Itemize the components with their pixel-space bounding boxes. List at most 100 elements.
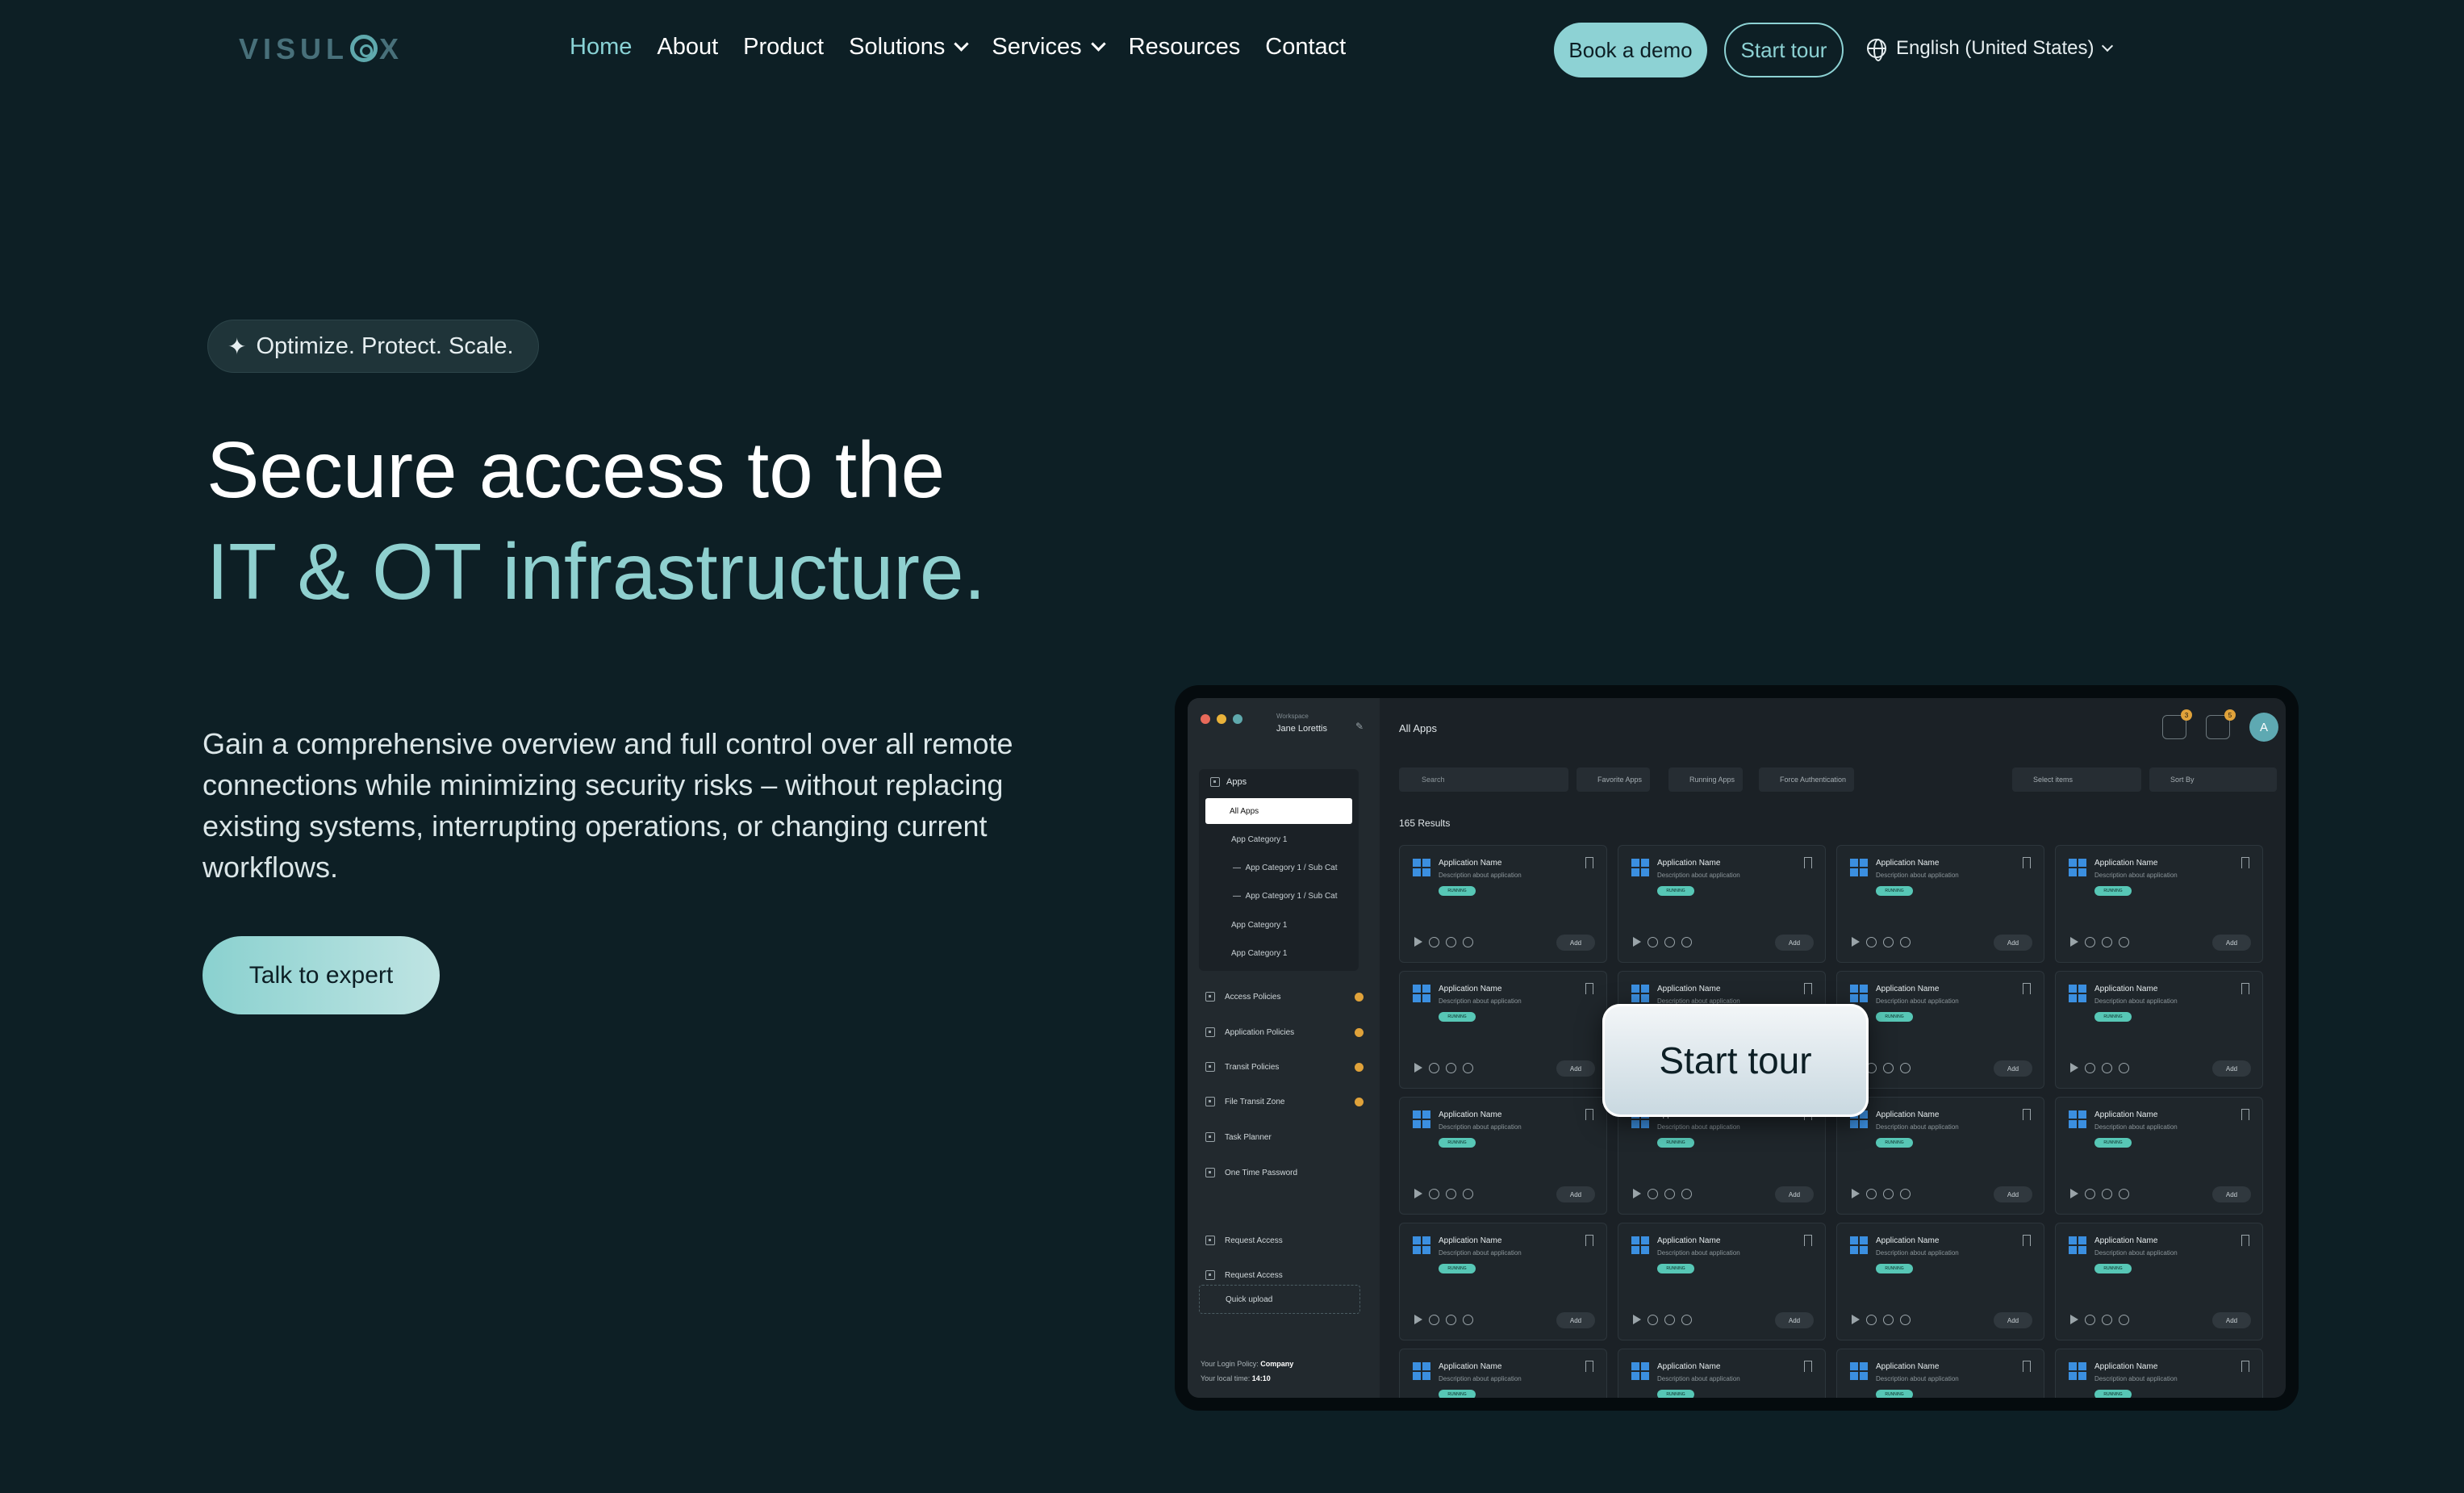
- windows-icon: [1413, 859, 1430, 876]
- app-description: Description about application: [1876, 1249, 1959, 1257]
- circle-icon: [1866, 1315, 1877, 1325]
- bookmark-icon: [2023, 1235, 2031, 1246]
- app-name: Application Name: [1439, 1110, 1502, 1119]
- circle-icon: [2085, 937, 2095, 947]
- grid-icon: [1205, 1168, 1215, 1177]
- info-icon: [2119, 1063, 2129, 1073]
- play-icon: [2070, 1315, 2078, 1324]
- windows-icon: [1631, 859, 1649, 876]
- sidebar-item-task-planner: Task Planner: [1205, 1132, 1364, 1142]
- status-badge: RUNNING: [1657, 1264, 1694, 1273]
- app-name: Application Name: [1439, 1362, 1502, 1371]
- add-button: Add: [1994, 935, 2032, 951]
- grid-icon: [1205, 1236, 1215, 1245]
- circle-icon: [1429, 937, 1439, 947]
- talk-to-expert-button[interactable]: Talk to expert: [203, 936, 440, 1014]
- status-badge: RUNNING: [1657, 886, 1694, 896]
- nav-services-label: Services: [992, 34, 1082, 60]
- logo[interactable]: VISUL X: [239, 32, 403, 66]
- nav-contact[interactable]: Contact: [1265, 34, 1346, 61]
- workspace-name: Jane Lorettis: [1276, 724, 1327, 734]
- start-tour-overlay-button[interactable]: Start tour: [1602, 1004, 1869, 1117]
- login-policy-info: Your Login Policy: Company Your local ti…: [1201, 1357, 1293, 1386]
- nav-home[interactable]: Home: [570, 34, 632, 61]
- card-actions: [1852, 937, 1911, 947]
- start-tour-button[interactable]: Start tour: [1724, 23, 1844, 77]
- top-nav: VISUL X Home About Product Solutions Serv…: [0, 0, 2464, 100]
- chevron-down-icon: [1090, 36, 1106, 52]
- info-icon: [1463, 1189, 1473, 1199]
- bookmark-icon: [2241, 1109, 2249, 1120]
- status-badge: RUNNING: [1657, 1390, 1694, 1398]
- app-card: Application Name Description about applic…: [1836, 1223, 2044, 1340]
- add-button: Add: [1775, 1186, 1814, 1202]
- nav-product[interactable]: Product: [743, 34, 824, 61]
- play-icon: [1633, 1315, 1641, 1324]
- info-icon: [1900, 1315, 1911, 1325]
- nav-solutions-label: Solutions: [849, 34, 946, 60]
- nav-services[interactable]: Services: [992, 34, 1106, 61]
- maximize-dot: [1233, 714, 1242, 724]
- app-description: Description about application: [2094, 1249, 2178, 1257]
- circle-icon: [2102, 1315, 2112, 1325]
- circle-icon: [1648, 937, 1658, 947]
- app-card: Application Name Description about applic…: [1399, 845, 1607, 963]
- card-actions: [1633, 1315, 1692, 1325]
- subcategory-item: — App Category 1 / Sub Cat: [1233, 892, 1338, 901]
- filter-favorite-apps: Favorite Apps: [1577, 767, 1651, 792]
- circle-icon: [1883, 1315, 1894, 1325]
- add-button: Add: [2212, 935, 2251, 951]
- globe-icon: [1867, 39, 1886, 61]
- play-icon: [1852, 1189, 1860, 1198]
- windows-icon: [1413, 985, 1430, 1002]
- windows-icon: [2069, 985, 2086, 1002]
- sidebar-item-label: Access Policies: [1225, 992, 1281, 1002]
- grid-icon: [1205, 1062, 1215, 1072]
- hero-title-line1: Secure access to the: [207, 425, 946, 514]
- workspace-label: Workspace: [1276, 713, 1309, 720]
- circle-icon: [1883, 1063, 1894, 1073]
- info-icon: [1463, 1063, 1473, 1073]
- book-demo-button[interactable]: Book a demo: [1554, 23, 1707, 77]
- sidebar-item-one-time-password: One Time Password: [1205, 1168, 1364, 1177]
- app-card: Application Name Description about applic…: [1618, 1223, 1826, 1340]
- grid-icon: [1205, 992, 1215, 1002]
- app-name: Application Name: [1657, 985, 1721, 993]
- app-card: Application Name Description about applic…: [1399, 1223, 1607, 1340]
- app-name: Application Name: [1876, 1236, 1940, 1245]
- circle-icon: [1664, 1315, 1675, 1325]
- add-button: Add: [2212, 1312, 2251, 1328]
- bookmark-icon: [2023, 1361, 2031, 1372]
- info-icon: [1900, 1189, 1911, 1199]
- add-button: Add: [1556, 935, 1595, 951]
- sidebar-item-label: Request Access: [1225, 1236, 1283, 1245]
- language-selector[interactable]: English (United States): [1867, 37, 2114, 61]
- category-item: App Category 1: [1231, 921, 1288, 930]
- chevron-down-icon: [954, 36, 970, 52]
- add-button: Add: [1994, 1060, 2032, 1077]
- grid-icon: [1205, 1270, 1215, 1280]
- info-icon: [1463, 1315, 1473, 1325]
- app-description: Description about application: [1439, 997, 1522, 1005]
- card-actions: [1633, 937, 1692, 947]
- bookmark-icon: [1585, 983, 1593, 994]
- info-icon: [1681, 937, 1692, 947]
- app-description: Description about application: [1657, 1375, 1740, 1382]
- circle-icon: [2102, 1063, 2112, 1073]
- play-icon: [2070, 937, 2078, 947]
- sidebar-item-access-policies: Access Policies: [1205, 992, 1364, 1002]
- nav-resources[interactable]: Resources: [1129, 34, 1241, 61]
- app-name: Application Name: [2094, 1236, 2158, 1245]
- app-card: Application Name Description about applic…: [1618, 845, 1826, 963]
- subcategory-item: — App Category 1 / Sub Cat: [1233, 864, 1338, 872]
- app-card: Application Name Description about applic…: [1399, 1349, 1607, 1398]
- apps-label: Apps: [1226, 777, 1247, 787]
- nav-solutions[interactable]: Solutions: [849, 34, 970, 61]
- hero-description: Gain a comprehensive overview and full c…: [203, 727, 1013, 884]
- app-name: Application Name: [2094, 985, 2158, 993]
- status-badge: RUNNING: [1439, 1390, 1476, 1398]
- nav-about[interactable]: About: [657, 34, 718, 61]
- app-name: Application Name: [1876, 1362, 1940, 1371]
- bookmark-icon: [2023, 857, 2031, 868]
- status-badge: RUNNING: [1876, 1264, 1913, 1273]
